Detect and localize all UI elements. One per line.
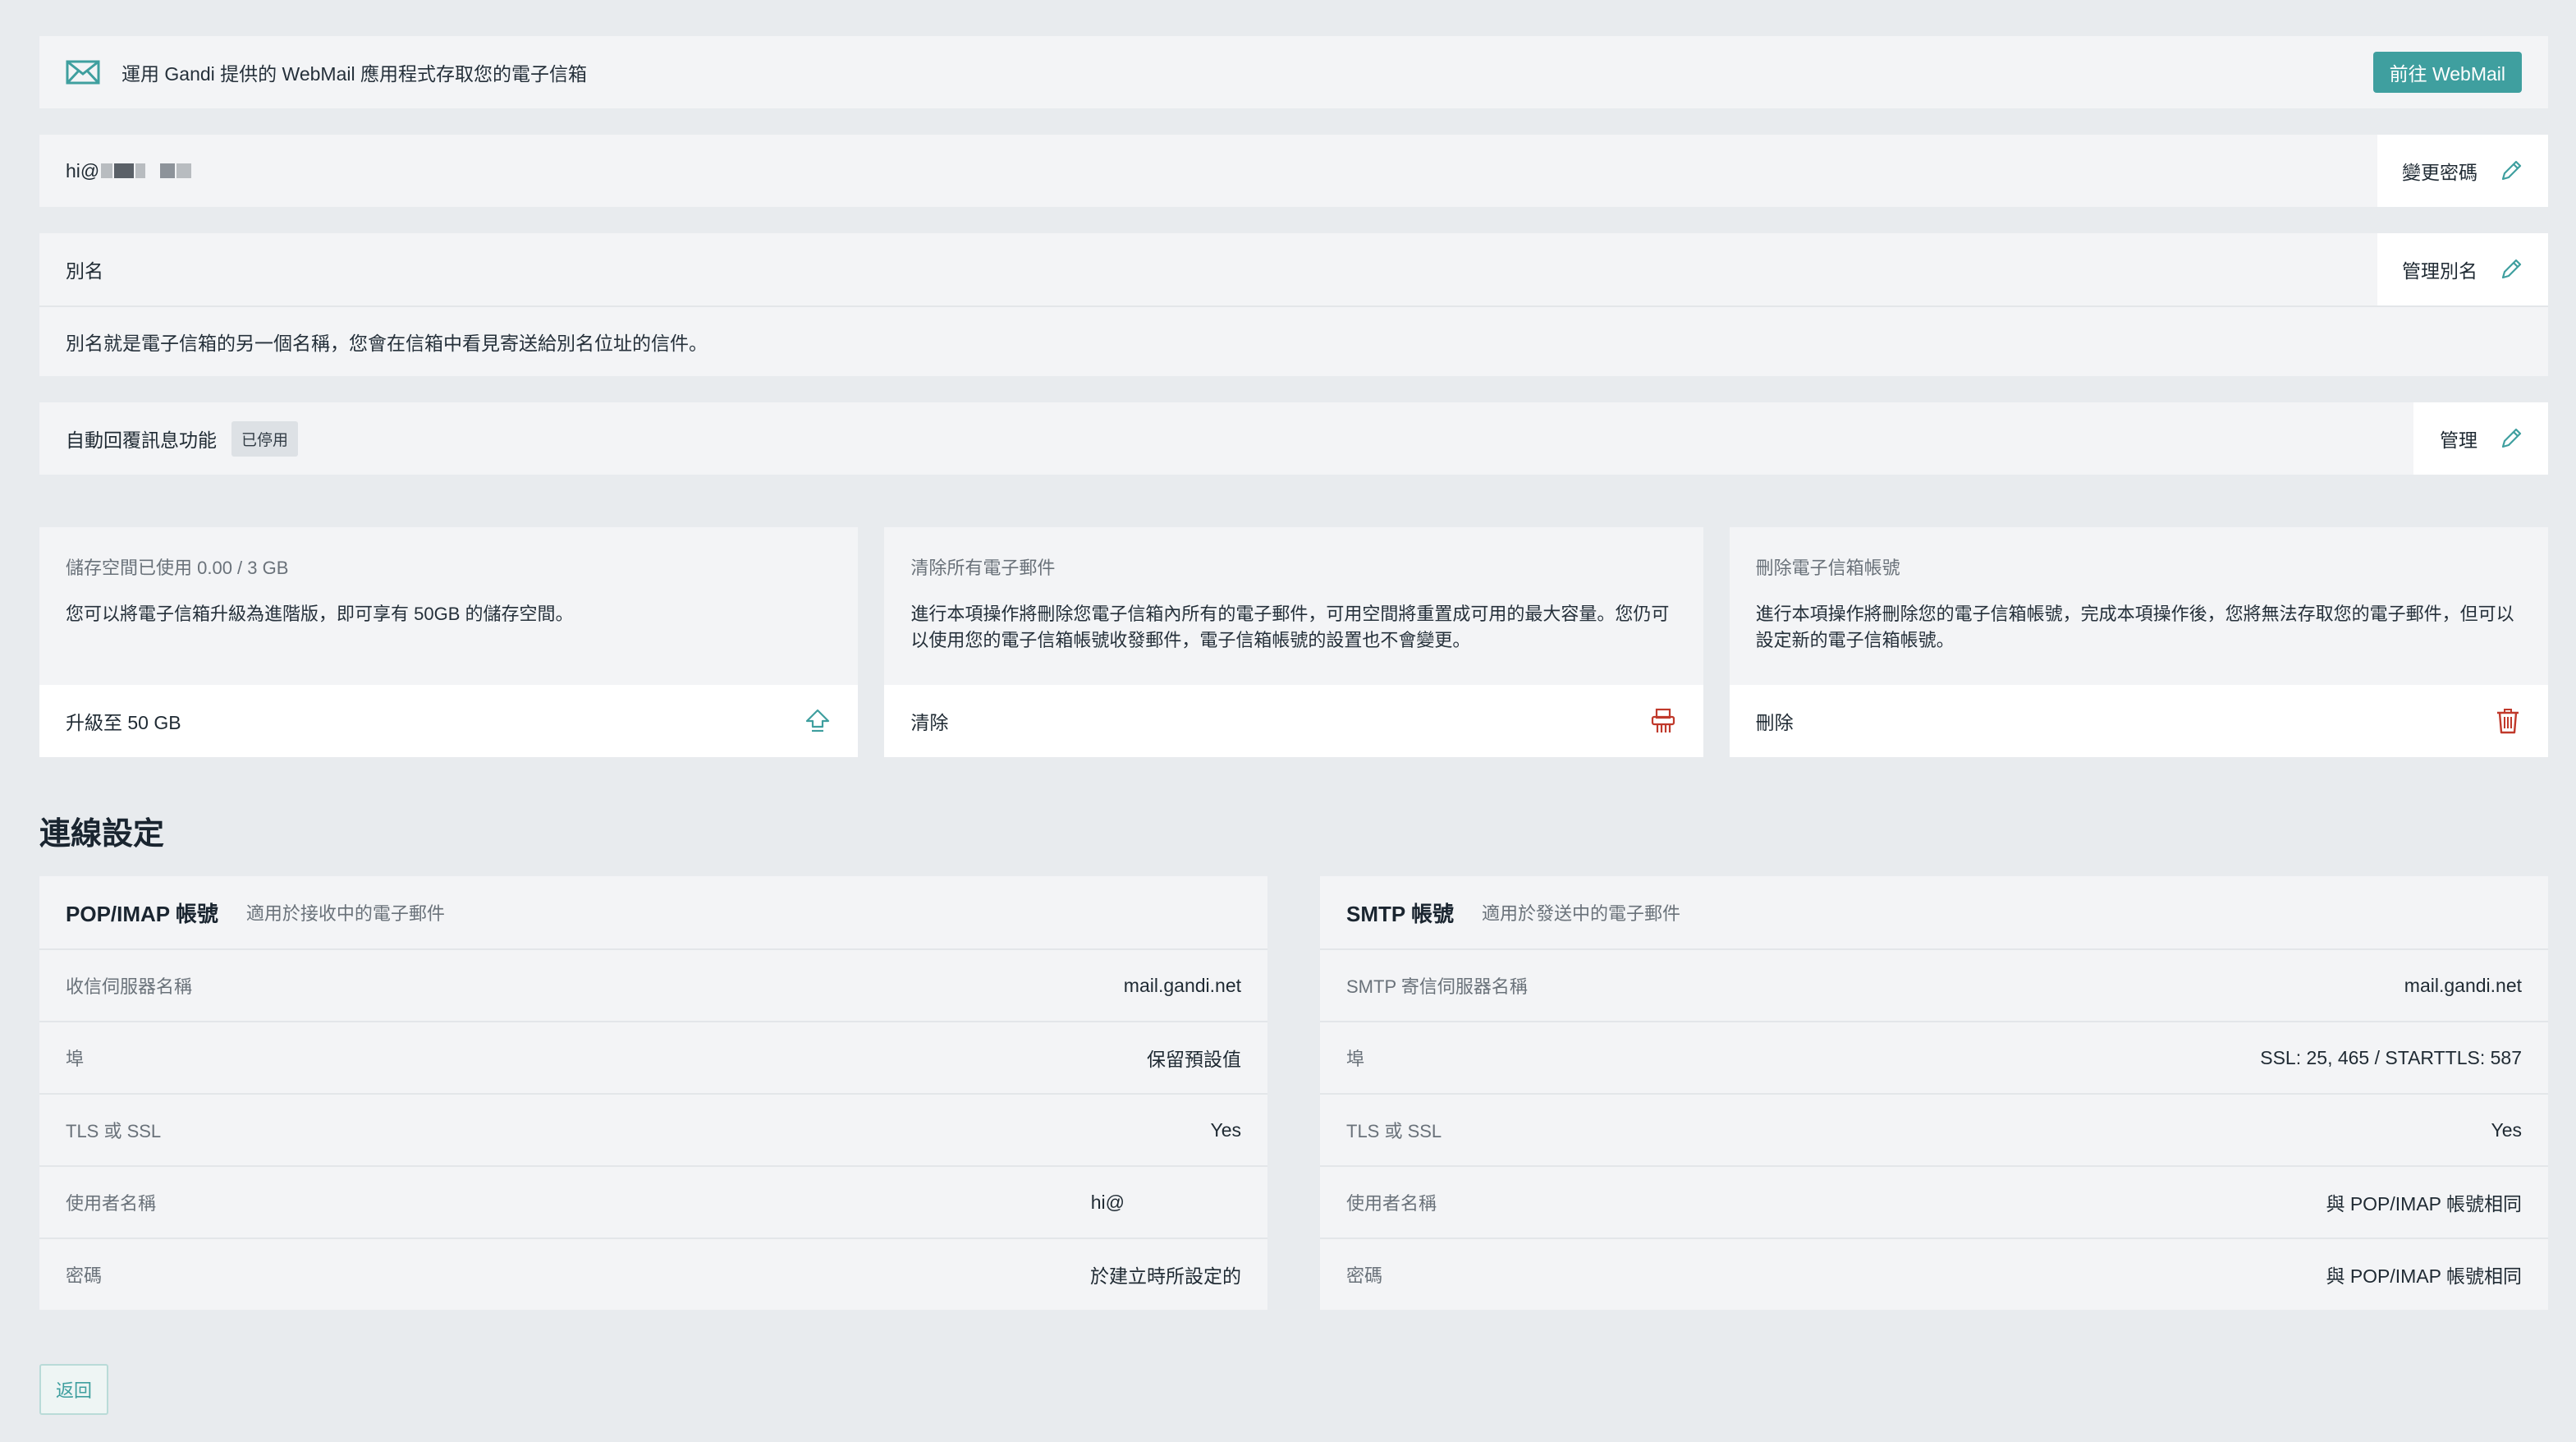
row-value: 於建立時所設定的 [1090, 1265, 1241, 1287]
manage-autoreply-label: 管理 [2440, 429, 2477, 451]
pop-imap-subtitle: 適用於接收中的電子郵件 [245, 903, 445, 924]
change-password-label: 變更密碼 [2402, 162, 2477, 183]
upgrade-arrow-icon [806, 709, 830, 732]
redacted-block [114, 163, 135, 178]
email-settings-page: 運用 Gandi 提供的 WebMail 應用程式存取您的電子信箱 前往 Web… [39, 36, 2548, 1415]
connection-settings-title: 連線設定 [39, 817, 165, 852]
row-key: 埠 [66, 1049, 85, 1069]
delete-account-button[interactable]: 刪除 [1729, 685, 2548, 757]
purge-description: 進行本項操作將刪除您電子信箱內所有的電子郵件，可用空間將重置成可用的最大容量。您… [910, 604, 1670, 650]
alias-description: 別名就是電子信箱的另一個名稱，您會在信箱中看見寄送給別名位址的信件。 [39, 307, 2548, 376]
redacted-block [101, 163, 113, 178]
delete-card: 刪除電子信箱帳號 進行本項操作將刪除您的電子信箱帳號，完成本項操作後，您將無法存… [1729, 527, 2548, 757]
go-to-webmail-button[interactable]: 前往 WebMail [2372, 52, 2522, 93]
delete-title: 刪除電子信箱帳號 [1755, 558, 1900, 578]
pencil-icon [2501, 160, 2522, 181]
row-value: Yes [2491, 1118, 2522, 1141]
manage-alias-label: 管理別名 [2402, 260, 2477, 282]
manage-alias-button[interactable]: 管理別名 [2377, 233, 2548, 305]
storage-description: 您可以將電子信箱升級為進階版，即可享有 50GB 的儲存空間。 [66, 604, 574, 624]
redacted-block [160, 163, 176, 178]
table-row: 密碼 與 POP/IMAP 帳號相同 [1320, 1239, 2548, 1310]
row-value: 保留預設值 [1147, 1049, 1241, 1070]
table-row: 使用者名稱 與 POP/IMAP 帳號相同 [1320, 1167, 2548, 1239]
storage-title: 儲存空間已使用 0.00 / 3 GB [66, 558, 289, 578]
storage-card: 儲存空間已使用 0.00 / 3 GB 您可以將電子信箱升級為進階版，即可享有 … [39, 527, 859, 757]
table-row: SMTP 寄信伺服器名稱 mail.gandi.net [1320, 950, 2548, 1022]
upgrade-label: 升級至 50 GB [66, 712, 181, 733]
smtp-subtitle: 適用於發送中的電子郵件 [1481, 903, 1680, 924]
autoreply-title: 自動回覆訊息功能 [66, 429, 217, 451]
row-key: TLS 或 SSL [1346, 1121, 1442, 1141]
account-row: hi@ 變更密碼 [39, 135, 2548, 207]
alias-description-text: 別名就是電子信箱的另一個名稱，您會在信箱中看見寄送給別名位址的信件。 [66, 333, 708, 354]
delete-description: 進行本項操作將刪除您的電子信箱帳號，完成本項操作後，您將無法存取您的電子郵件，但… [1755, 604, 2514, 650]
trash-icon [2496, 709, 2519, 734]
row-value: 與 POP/IMAP 帳號相同 [2326, 1193, 2522, 1215]
alias-header: 別名 管理別名 [39, 233, 2548, 307]
table-row: 密碼 於建立時所設定的 [39, 1239, 1267, 1310]
shredder-icon [1651, 708, 1675, 732]
row-value: mail.gandi.net [2404, 974, 2522, 996]
row-key: 收信伺服器名稱 [66, 976, 193, 997]
row-key: 埠 [1346, 1049, 1365, 1069]
webmail-banner-text: 運用 Gandi 提供的 WebMail 應用程式存取您的電子信箱 [121, 63, 587, 85]
mail-icon [66, 60, 100, 85]
smtp-title: SMTP 帳號 [1346, 901, 1454, 926]
row-value: 與 POP/IMAP 帳號相同 [2326, 1265, 2522, 1287]
pop-imap-title: POP/IMAP 帳號 [66, 901, 218, 926]
pencil-icon [2501, 259, 2522, 279]
manage-autoreply-button[interactable]: 管理 [2413, 402, 2548, 475]
row-key: TLS 或 SSL [66, 1121, 162, 1141]
purge-card: 清除所有電子郵件 進行本項操作將刪除您電子信箱內所有的電子郵件，可用空間將重置成… [884, 527, 1703, 757]
table-row: TLS 或 SSL Yes [1320, 1095, 2548, 1167]
table-row: 埠 保留預設值 [39, 1022, 1267, 1095]
upgrade-button[interactable]: 升級至 50 GB [39, 685, 859, 757]
connection-tables: POP/IMAP 帳號 適用於接收中的電子郵件 收信伺服器名稱 mail.gand… [39, 876, 2548, 1310]
account-email: hi@ [66, 159, 192, 182]
change-password-button[interactable]: 變更密碼 [2377, 135, 2548, 207]
back-button[interactable]: 返回 [39, 1364, 108, 1415]
webmail-banner: 運用 Gandi 提供的 WebMail 應用程式存取您的電子信箱 前往 Web… [39, 36, 2548, 108]
table-row: 埠 SSL: 25, 465 / STARTTLS: 587 [1320, 1022, 2548, 1095]
autoreply-row: 自動回覆訊息功能 已停用 管理 [39, 402, 2548, 475]
row-value: hi@ [1090, 1191, 1125, 1213]
row-value: Yes [1210, 1118, 1241, 1141]
row-value: SSL: 25, 465 / STARTTLS: 587 [2260, 1046, 2522, 1068]
row-key: 密碼 [1346, 1265, 1383, 1286]
purge-button[interactable]: 清除 [884, 685, 1703, 757]
row-key: 使用者名稱 [1346, 1193, 1437, 1214]
delete-label: 刪除 [1755, 712, 1794, 733]
account-email-text: hi@ [66, 159, 100, 181]
redacted-block [135, 163, 146, 178]
smtp-table: SMTP 帳號 適用於發送中的電子郵件 SMTP 寄信伺服器名稱 mail.gan… [1320, 876, 2548, 1310]
row-key: 使用者名稱 [66, 1193, 157, 1214]
table-row: 收信伺服器名稱 mail.gandi.net [39, 950, 1267, 1022]
table-row: 使用者名稱 hi@ [39, 1167, 1267, 1239]
purge-title: 清除所有電子郵件 [910, 558, 1056, 578]
table-row: TLS 或 SSL Yes [39, 1095, 1267, 1167]
alias-title: 別名 [66, 260, 103, 282]
row-key: 密碼 [66, 1265, 103, 1286]
pencil-icon [2501, 428, 2522, 448]
pop-imap-table: POP/IMAP 帳號 適用於接收中的電子郵件 收信伺服器名稱 mail.gand… [39, 876, 1267, 1310]
row-key: SMTP 寄信伺服器名稱 [1346, 976, 1528, 997]
redacted-block [176, 163, 192, 178]
status-badge: 已停用 [231, 420, 299, 457]
row-value: mail.gandi.net [1123, 974, 1241, 996]
purge-label: 清除 [910, 712, 949, 733]
action-cards: 儲存空間已使用 0.00 / 3 GB 您可以將電子信箱升級為進階版，即可享有 … [39, 527, 2548, 757]
